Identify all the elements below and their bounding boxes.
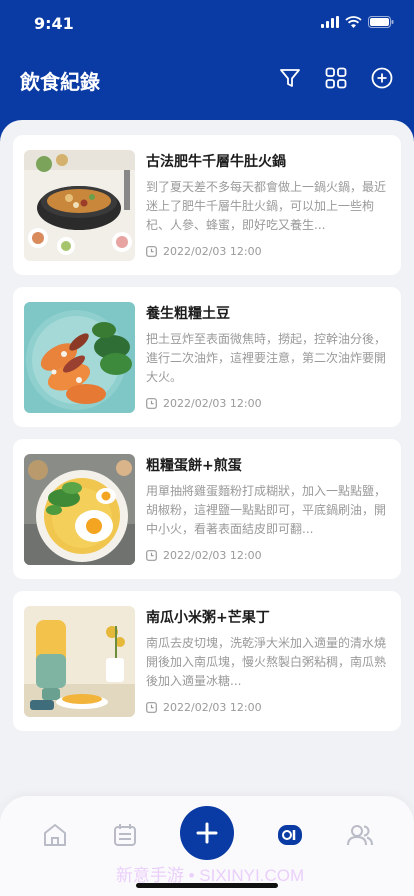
record-meta: 2022/02/03 12:00 — [146, 549, 262, 562]
record-title: 古法肥牛千層牛肚火鍋 — [146, 154, 286, 170]
hotpot-image — [24, 150, 135, 261]
clock-icon — [146, 550, 157, 561]
battery-icon — [368, 16, 394, 28]
record-title: 養生粗糧土豆 — [146, 306, 230, 322]
record-datetime: 2022/02/03 12:00 — [163, 397, 262, 410]
record-datetime: 2022/02/03 12:00 — [163, 245, 262, 258]
tab-records[interactable] — [275, 820, 305, 850]
filter-button[interactable] — [278, 66, 302, 90]
record-description: 到了夏天差不多每天都會做上一鍋火鍋，最近迷上了肥牛千層牛肚火鍋，可以加上一些枸杞… — [146, 180, 387, 232]
tab-calendar[interactable] — [110, 820, 140, 850]
record-meta: 2022/02/03 12:00 — [146, 245, 262, 258]
pumpkin-porridge-image — [24, 606, 135, 717]
add-record-button[interactable] — [370, 66, 394, 90]
record-datetime: 2022/02/03 12:00 — [163, 549, 262, 562]
record-meta: 2022/02/03 12:00 — [146, 397, 262, 410]
record-card[interactable]: 粗糧蛋餅+煎蛋 用單抽將雞蛋麵粉打成糊狀，加入一點點鹽，胡椒粉，這裡鹽一點點即可… — [13, 439, 401, 579]
status-time: 9:41 — [34, 14, 74, 33]
record-icon — [278, 825, 302, 845]
users-icon — [347, 825, 373, 846]
record-description: 把土豆炸至表面微焦時，撈起，控幹油分後，進行二次油炸，這裡要注意，第二次油炸要開… — [146, 332, 387, 384]
record-thumbnail — [24, 302, 135, 413]
filter-icon — [280, 69, 300, 87]
record-card[interactable]: 南瓜小米粥+芒果丁 南瓜去皮切塊，洗乾淨大米加入適量的清水燒開後加入南瓜塊，慢火… — [13, 591, 401, 731]
egg-pancake-image — [24, 454, 135, 565]
calendar-icon — [114, 824, 136, 846]
record-thumbnail — [24, 150, 135, 261]
status-icons — [321, 16, 394, 28]
record-thumbnail — [24, 606, 135, 717]
clock-icon — [146, 398, 157, 409]
status-bar: 9:41 — [0, 0, 414, 48]
potato-image — [24, 302, 135, 413]
record-title: 粗糧蛋餅+煎蛋 — [146, 458, 242, 474]
clock-icon — [146, 246, 157, 257]
record-title: 南瓜小米粥+芒果丁 — [146, 610, 270, 626]
grid-icon — [325, 67, 347, 89]
plus-circle-icon — [371, 67, 393, 89]
record-meta: 2022/02/03 12:00 — [146, 701, 262, 714]
header-actions — [278, 66, 394, 90]
record-thumbnail — [24, 454, 135, 565]
tab-profile[interactable] — [345, 820, 375, 850]
home-indicator — [136, 883, 278, 888]
grid-view-button[interactable] — [324, 66, 348, 90]
signal-icon — [321, 16, 339, 28]
add-button[interactable] — [180, 806, 234, 860]
record-card[interactable]: 古法肥牛千層牛肚火鍋 到了夏天差不多每天都會做上一鍋火鍋，最近迷上了肥牛千層牛肚… — [13, 135, 401, 275]
bottom-tab-bar: 新意手游 • SIXINYI.COM — [0, 796, 414, 896]
record-description: 南瓜去皮切塊，洗乾淨大米加入適量的清水燒開後加入南瓜塊，慢火熬製白粥粘稠，南瓜熟… — [146, 636, 387, 688]
record-description: 用單抽將雞蛋麵粉打成糊狀，加入一點點鹽，胡椒粉，這裡鹽一點點即可，平底鍋刷油，開… — [146, 484, 387, 536]
wifi-icon — [345, 16, 362, 28]
add-icon — [196, 822, 218, 844]
home-icon — [44, 824, 66, 846]
record-datetime: 2022/02/03 12:00 — [163, 701, 262, 714]
clock-icon — [146, 702, 157, 713]
page-title: 飲食紀錄 — [20, 70, 100, 94]
tab-home[interactable] — [40, 820, 70, 850]
record-card[interactable]: 養生粗糧土豆 把土豆炸至表面微焦時，撈起，控幹油分後，進行二次油炸，這裡要注意，… — [13, 287, 401, 427]
record-list: 古法肥牛千層牛肚火鍋 到了夏天差不多每天都會做上一鍋火鍋，最近迷上了肥牛千層牛肚… — [0, 120, 414, 896]
app-header: 9:41 飲食紀錄 — [0, 0, 414, 140]
